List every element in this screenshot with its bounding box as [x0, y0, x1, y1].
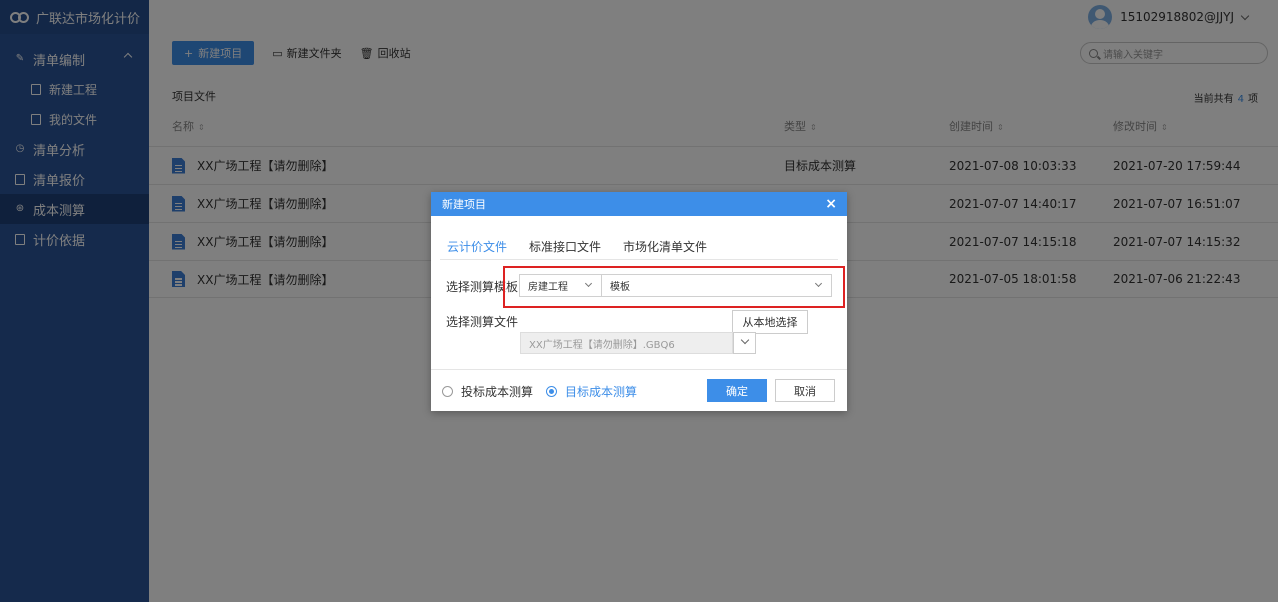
- chevron-down-icon: [740, 335, 750, 345]
- radio-target-cost[interactable]: 目标成本测算: [546, 383, 637, 400]
- file-path-value: XX广场工程【请勿删除】.GBQ6: [529, 339, 675, 351]
- highlight-box: [503, 266, 845, 308]
- tab-standard-interface[interactable]: 标准接口文件: [529, 238, 601, 260]
- radio-bid-cost[interactable]: 投标成本测算: [442, 383, 533, 400]
- close-icon[interactable]: ×: [825, 196, 837, 212]
- choose-local-button[interactable]: 从本地选择: [732, 310, 808, 334]
- dialog-title: 新建项目: [442, 198, 486, 211]
- radio-icon: [442, 386, 453, 397]
- radio-label: 投标成本测算: [461, 385, 534, 399]
- file-path-field: XX广场工程【请勿删除】.GBQ6: [520, 332, 733, 354]
- tab-cloud-file[interactable]: 云计价文件: [447, 238, 508, 260]
- radio-icon: [546, 386, 557, 397]
- confirm-button[interactable]: 确定: [707, 379, 767, 402]
- tab-market-list[interactable]: 市场化清单文件: [623, 238, 707, 260]
- file-dropdown-button[interactable]: [733, 332, 756, 354]
- dialog-tabs: 云计价文件 标准接口文件 市场化清单文件: [447, 238, 707, 260]
- new-project-dialog: 新建项目 × 云计价文件 标准接口文件 市场化清单文件 选择测算模板 房建工程 …: [431, 192, 847, 411]
- cancel-button[interactable]: 取消: [775, 379, 835, 402]
- radio-label: 目标成本测算: [565, 385, 638, 399]
- file-label: 选择测算文件: [446, 315, 519, 329]
- footer-divider: [431, 369, 847, 370]
- dialog-header: 新建项目 ×: [431, 192, 847, 216]
- tabs-divider: [440, 259, 838, 260]
